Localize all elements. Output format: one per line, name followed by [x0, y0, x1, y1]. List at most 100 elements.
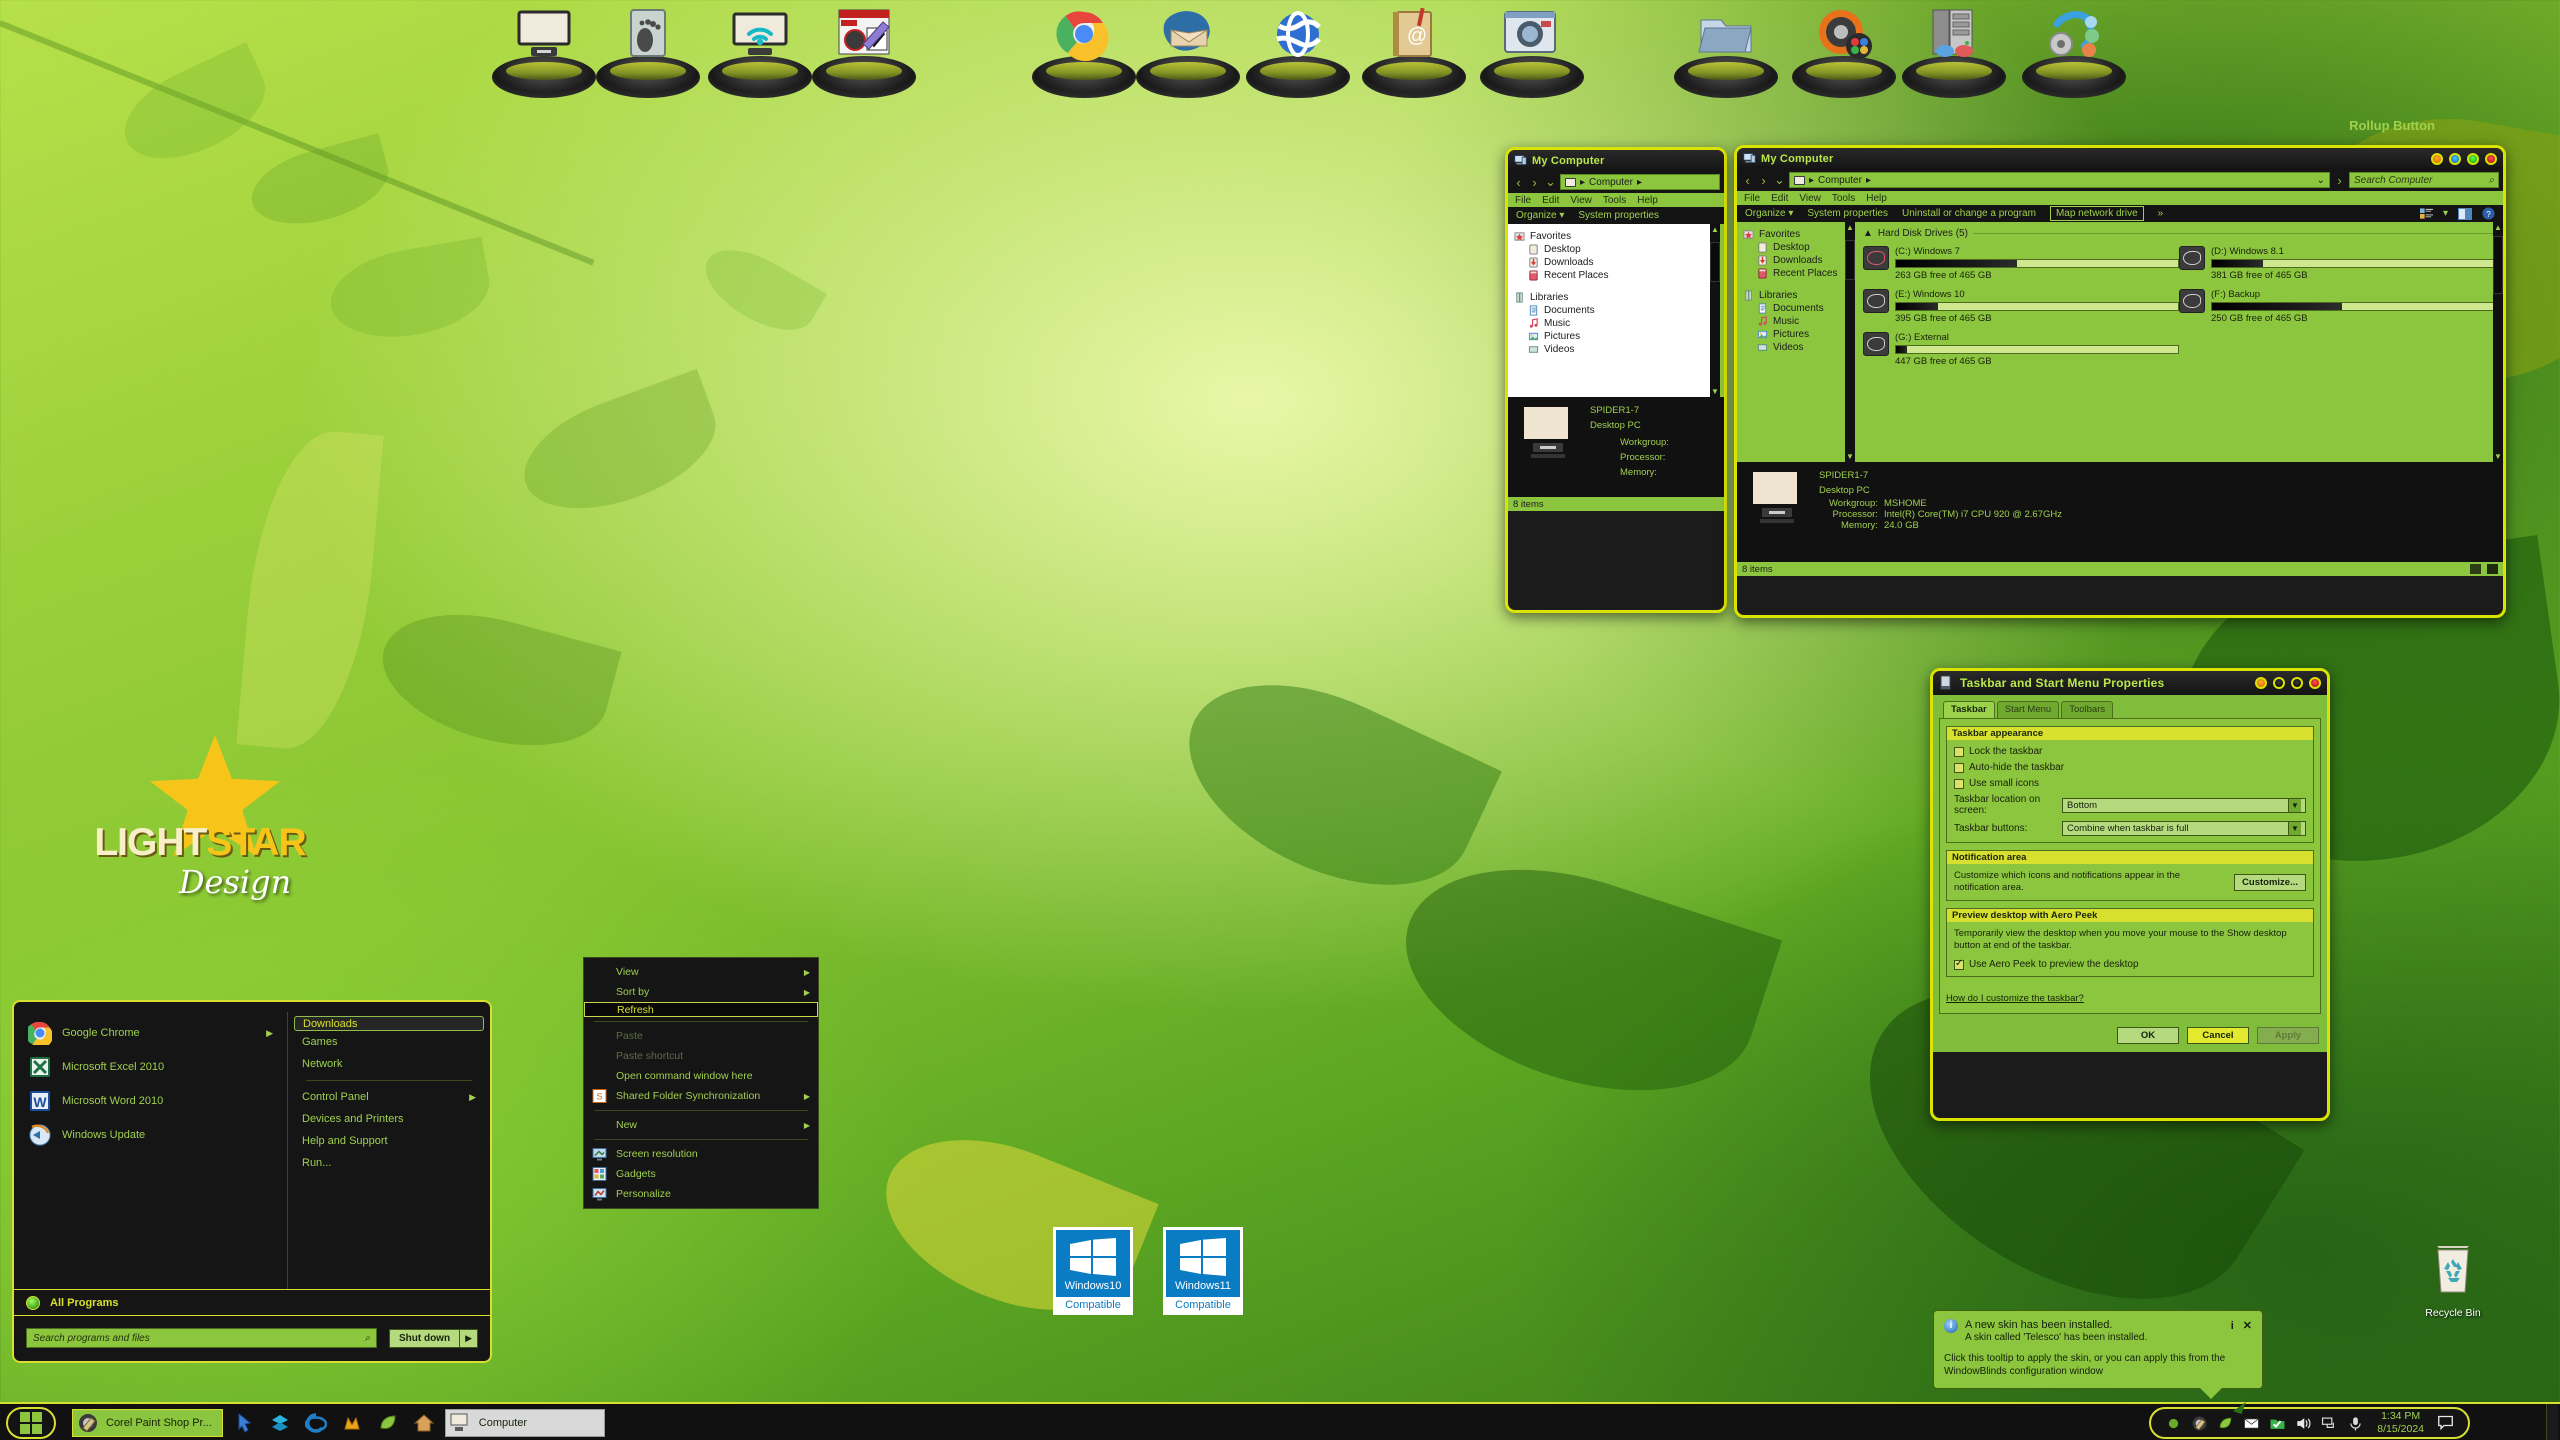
checkbox-box[interactable] — [1954, 746, 1964, 757]
rollup-button[interactable] — [2255, 677, 2267, 689]
context-menu-item-open-command-window-here[interactable]: Open command window here — [584, 1066, 818, 1086]
select-taskbar-buttons[interactable]: Combine when taskbar is full ▼ — [2062, 821, 2306, 836]
nav-item-videos[interactable]: Videos — [1743, 341, 1851, 354]
drive-item[interactable]: (E:) Windows 10 395 GB free of 465 GB — [1863, 289, 2179, 324]
navigation-pane[interactable]: Favorites Desktop Downloads Recent Place… — [1508, 224, 1720, 397]
chevron-down-icon[interactable]: ▼ — [2288, 798, 2301, 812]
tiles-view-icon[interactable] — [2487, 564, 2498, 574]
start-button[interactable] — [6, 1407, 56, 1439]
taskbar-button-computer[interactable]: Computer — [444, 1409, 605, 1437]
taskbar-properties-dialog[interactable]: Taskbar and Start Menu Properties Taskba… — [1930, 668, 2330, 1121]
menu-file[interactable]: File — [1744, 193, 1760, 204]
menu-edit[interactable]: Edit — [1542, 195, 1559, 206]
menu-tools[interactable]: Tools — [1832, 193, 1855, 204]
shut-down-button[interactable]: Shut down — [388, 1328, 461, 1348]
nav-group-favorites[interactable]: Favorites — [1743, 228, 1851, 241]
menu-view[interactable]: View — [1570, 195, 1592, 206]
go-button[interactable]: › — [2333, 173, 2346, 188]
dock-item-folder[interactable] — [1672, 0, 1780, 100]
nav-group-libraries[interactable]: Libraries — [1514, 291, 1716, 304]
quicklaunch-leaf-app[interactable] — [373, 1409, 403, 1437]
tray-network[interactable] — [2321, 1415, 2338, 1432]
start-menu-item-microsoft-word-2010[interactable]: W Microsoft Word 2010 — [22, 1084, 279, 1118]
scroll-down-icon[interactable]: ▼ — [1710, 386, 1720, 397]
action-center-icon[interactable] — [2437, 1415, 2454, 1432]
view-layout-icon[interactable] — [2419, 207, 2433, 220]
maximize-button[interactable] — [2467, 152, 2479, 165]
rollup-button[interactable] — [2431, 152, 2443, 165]
quicklaunch-internet-explorer[interactable] — [301, 1409, 331, 1437]
drive-item[interactable]: (D:) Windows 8.1 381 GB free of 465 GB — [2179, 246, 2495, 281]
recent-pages-chevron-icon[interactable]: ⌄ — [1773, 172, 1786, 188]
map-network-drive-button[interactable]: Map network drive — [2049, 206, 2144, 221]
shutdown-options-arrow-icon[interactable]: ▶ — [460, 1328, 478, 1348]
notification-balloon[interactable]: i A new skin has been installed. A skin … — [1933, 1310, 2263, 1399]
preview-pane-icon[interactable] — [2458, 207, 2472, 220]
menu-edit[interactable]: Edit — [1771, 193, 1788, 204]
drive-item[interactable]: (C:) Windows 7 263 GB free of 465 GB — [1863, 246, 2179, 281]
nav-item-music[interactable]: Music — [1743, 315, 1851, 328]
navpane-scrollbar[interactable]: ▲ ▼ — [1845, 222, 1855, 462]
nav-group-libraries[interactable]: Libraries — [1743, 289, 1851, 302]
forward-button[interactable]: › — [1757, 173, 1770, 188]
nav-item-recent-places[interactable]: Recent Places — [1743, 267, 1851, 280]
window-titlebar[interactable]: My Computer — [1737, 148, 2503, 169]
tray-leaf[interactable] — [2217, 1415, 2234, 1432]
back-button[interactable]: ‹ — [1512, 175, 1525, 190]
start-menu-place-devices-and-printers[interactable]: Devices and Printers — [294, 1108, 484, 1130]
address-bar[interactable]: ▸ Computer ▸ — [1560, 174, 1720, 190]
dock-item-thunderbird[interactable] — [1134, 0, 1242, 100]
dock-item-google-chrome[interactable] — [1030, 0, 1138, 100]
breadcrumb-segment[interactable]: Computer — [1589, 177, 1633, 188]
dock-item-server-3d[interactable] — [1900, 0, 2008, 100]
quicklaunch-home-app[interactable] — [409, 1409, 439, 1437]
context-menu-item-view[interactable]: View ▶ — [584, 962, 818, 982]
details-view-icon[interactable] — [2470, 564, 2481, 574]
tab-toolbars[interactable]: Toolbars — [2061, 701, 2114, 718]
dock-item-objectdock[interactable] — [1790, 0, 1898, 100]
tray-mail[interactable] — [2243, 1415, 2260, 1432]
dock-item-camera[interactable] — [1478, 0, 1586, 100]
nav-group-favorites[interactable]: Favorites — [1514, 230, 1716, 243]
start-menu[interactable]: Google Chrome ▶ Microsoft Excel 2010 W Micro… — [12, 1000, 492, 1363]
cancel-button[interactable]: Cancel — [2187, 1027, 2249, 1044]
nav-item-music[interactable]: Music — [1514, 317, 1716, 330]
menu-view[interactable]: View — [1799, 193, 1821, 204]
chevron-down-icon[interactable]: ▼ — [2288, 822, 2301, 835]
taskbar-button-corel-paint-shop-pro[interactable]: Corel Paint Shop Pr... — [72, 1409, 223, 1437]
checkbox-box[interactable] — [1954, 762, 1964, 773]
minimize-button[interactable] — [2449, 152, 2461, 165]
help-link[interactable]: How do I customize the taskbar? — [1946, 993, 2084, 1004]
start-menu-place-help-and-support[interactable]: Help and Support — [294, 1130, 484, 1152]
close-icon[interactable]: ✕ — [2243, 1319, 2252, 1332]
start-menu-place-control-panel[interactable]: Control Panel ▶ — [294, 1086, 484, 1108]
collapse-icon[interactable]: ▲ — [1863, 228, 1873, 239]
drive-item[interactable]: (G:) External 447 GB free of 465 GB — [1863, 332, 2179, 367]
system-properties-button[interactable]: System properties — [1807, 208, 1888, 219]
nav-item-pictures[interactable]: Pictures — [1743, 328, 1851, 341]
tray-show-hidden[interactable] — [2165, 1415, 2182, 1432]
back-button[interactable]: ‹ — [1741, 173, 1754, 188]
nav-item-documents[interactable]: Documents — [1514, 304, 1716, 317]
menu-file[interactable]: File — [1515, 195, 1531, 206]
customize-button[interactable]: Customize... — [2234, 873, 2306, 891]
checkbox-box[interactable] — [1954, 778, 1964, 789]
help-icon[interactable]: ? — [2482, 207, 2495, 220]
context-menu-item-personalize[interactable]: Personalize — [584, 1184, 818, 1204]
forward-button[interactable]: › — [1528, 175, 1541, 190]
start-menu-place-run-[interactable]: Run... — [294, 1152, 484, 1174]
nav-item-pictures[interactable]: Pictures — [1514, 330, 1716, 343]
quicklaunch-fences[interactable] — [337, 1409, 367, 1437]
windows10-compatible-badge[interactable]: Windows10 Compatible — [1053, 1227, 1133, 1315]
start-menu-item-google-chrome[interactable]: Google Chrome ▶ — [22, 1016, 279, 1050]
address-bar[interactable]: ▸ Computer ▸ ⌄ — [1789, 172, 2330, 188]
quicklaunch-deskscapes[interactable] — [265, 1409, 295, 1437]
minimize-button[interactable] — [2273, 677, 2285, 689]
tab-taskbar[interactable]: Taskbar — [1943, 701, 1995, 718]
clock[interactable]: 1:34 PM 8/15/2024 — [2377, 1410, 2424, 1436]
search-input[interactable]: Search Computer ⌕ — [2349, 172, 2499, 188]
explorer-window-front[interactable]: My Computer ‹ › ⌄ ▸ Computer ▸ ⌄ › Searc… — [1734, 145, 2506, 618]
tab-start-menu[interactable]: Start Menu — [1996, 701, 2060, 718]
content-scrollbar[interactable]: ▲ ▼ — [2493, 222, 2503, 462]
show-desktop-button[interactable] — [2546, 1404, 2558, 1440]
